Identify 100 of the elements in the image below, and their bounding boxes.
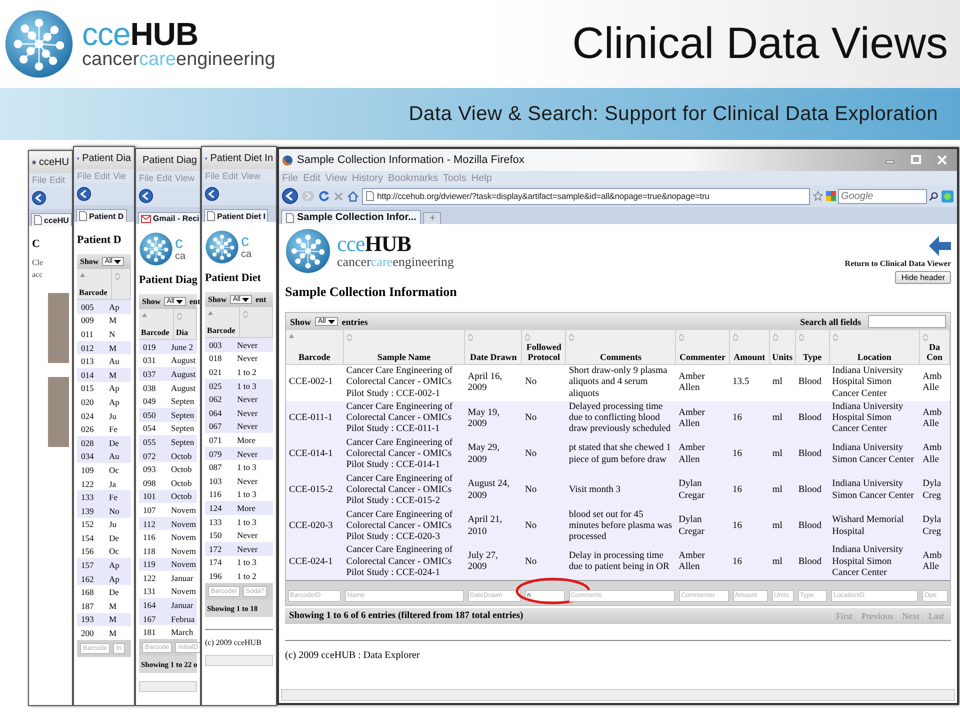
table-cell-text: 079 <box>208 448 223 459</box>
table-cell-text: Au <box>108 451 120 462</box>
table-cell-text: M <box>108 370 117 380</box>
table-cell: Amber Allen <box>676 544 730 580</box>
menu-item[interactable]: File <box>282 172 298 184</box>
page-heading: C <box>32 238 41 250</box>
reload-icon[interactable] <box>318 190 330 202</box>
menu-item[interactable]: History <box>352 172 383 184</box>
menu-item[interactable]: Edit <box>94 171 110 181</box>
column-header[interactable]: Commenter <box>676 330 730 364</box>
menu-item[interactable]: View <box>325 172 347 184</box>
table-cell-text: Novem <box>170 532 196 542</box>
table-cell-text: 133 <box>208 516 223 527</box>
menu-item[interactable]: File <box>139 173 154 183</box>
column-header[interactable]: Comments <box>566 330 676 364</box>
browser-tab[interactable]: cceHU <box>31 213 72 226</box>
table-cell: Dyla Creg <box>920 508 950 544</box>
table-cell-text: 118 <box>142 546 156 556</box>
column-header[interactable]: Amount <box>729 330 770 364</box>
browser-tab[interactable]: Patient Diet I <box>204 209 268 222</box>
back-button[interactable] <box>282 188 298 204</box>
table-cell: Visit month 3 <box>566 472 676 509</box>
table-cell: Blood <box>795 436 830 473</box>
column-header[interactable]: Type <box>795 330 830 364</box>
column-header[interactable]: Sample Name <box>343 330 465 364</box>
menu-item[interactable]: Help <box>471 172 492 184</box>
browser-tab[interactable]: Patient D <box>76 209 127 222</box>
back-button[interactable] <box>205 187 219 201</box>
search-field[interactable] <box>868 315 946 328</box>
menu-item[interactable]: Edit <box>156 173 172 183</box>
table-cell-text: 157 <box>80 560 95 570</box>
horizontal-scrollbar[interactable] <box>205 654 273 666</box>
table-cell: ml <box>769 400 796 437</box>
menu-item[interactable]: Edit <box>303 172 320 184</box>
brand-tagline: cancercareengineering <box>337 255 454 269</box>
column-header[interactable]: Barcode <box>139 309 174 339</box>
column-header[interactable]: Dia <box>174 309 197 339</box>
table-cell: May 19, 2009 <box>464 400 522 437</box>
star-icon[interactable] <box>813 191 823 201</box>
menu-item[interactable]: Bookmarks <box>388 172 438 184</box>
new-tab-button[interactable]: + <box>423 212 442 224</box>
column-header[interactable]: Da Con <box>920 330 950 364</box>
address-bar[interactable]: http://ccehub.org/dviewer/?task=display&artifact=sample&id=all&nopage=true&nopage=tru <box>362 188 810 204</box>
table-cell-text: 072 <box>142 450 157 461</box>
return-link[interactable]: Return to Clinical Data Viewer <box>844 259 951 268</box>
table-cell: No <box>522 436 566 473</box>
back-button[interactable] <box>139 189 153 203</box>
table-cell-text: Novem <box>170 546 196 556</box>
menu-item[interactable]: View <box>175 173 194 183</box>
table-cell-text: 1 to 2 <box>236 366 256 377</box>
stop-icon[interactable] <box>333 190 344 202</box>
table-cell-text: 196 <box>208 570 223 581</box>
menu-item[interactable]: File <box>205 171 220 181</box>
menu-item[interactable]: Edit <box>222 171 238 181</box>
table-cell-text: M <box>108 315 117 326</box>
table-cell-text: 020 <box>80 396 95 407</box>
menu-item[interactable]: File <box>32 175 47 185</box>
table-cell-text: Never <box>236 421 258 432</box>
search-field[interactable]: Google <box>838 188 927 204</box>
table-cell-text: 174 <box>208 557 223 568</box>
menu-item[interactable]: Edit <box>50 175 66 185</box>
horizontal-scrollbar[interactable] <box>281 689 955 701</box>
menu-item[interactable]: File <box>77 171 92 181</box>
table-cell-text: 015 <box>80 383 95 394</box>
home-icon[interactable] <box>347 190 359 202</box>
browser-tab[interactable]: Gmail - Reci <box>138 212 200 224</box>
hide-header-button[interactable]: Hide header <box>895 271 951 284</box>
column-header[interactable]: Location <box>829 330 920 364</box>
menu-item[interactable]: View <box>241 171 260 181</box>
table-cell-text: 1 to 3 <box>236 489 256 500</box>
table-cell: Blood <box>795 364 830 401</box>
table-cell-text: 054 <box>142 423 157 434</box>
column-header[interactable]: Followed Protocol <box>522 330 566 364</box>
browser-tab[interactable]: Sample Collection Infor... <box>281 210 422 224</box>
table-cell-text: Ja <box>108 478 116 489</box>
entries-label: ent <box>189 297 200 306</box>
back-button[interactable] <box>32 191 46 205</box>
network-logo-icon <box>139 232 173 266</box>
table-cell-text: 025 <box>208 380 223 391</box>
search-engine-icon <box>826 191 836 201</box>
column-header[interactable]: Units <box>769 330 796 364</box>
table-cell-text: Ap <box>108 560 120 570</box>
table-cell-text: 1 to 3 <box>236 516 256 527</box>
table-cell-text: Octob <box>170 450 192 461</box>
table-cell-text: M <box>108 600 117 611</box>
menu-item[interactable]: Vie <box>113 171 126 181</box>
search-icon[interactable] <box>929 192 938 200</box>
table-cell: Cancer Care Engineering of Colorectal Cancer - OMICs Pilot Study : CCE-015-2 <box>343 472 465 509</box>
horizontal-scrollbar[interactable] <box>139 681 197 692</box>
table-cell: No <box>522 472 566 509</box>
column-header[interactable]: Barcode <box>286 330 344 364</box>
table-cell-text: Never <box>236 476 258 486</box>
table-cell: 13.5 <box>729 364 770 401</box>
menu-item[interactable]: Tools <box>443 172 466 184</box>
back-button[interactable] <box>77 187 91 201</box>
column-header[interactable]: Date Drawn <box>464 330 522 364</box>
table-cell-text: De <box>108 438 119 448</box>
table-cell: Amb Alle <box>920 364 950 401</box>
arrow-left-icon[interactable] <box>929 236 951 256</box>
table-cell-text: Novem <box>170 586 196 596</box>
